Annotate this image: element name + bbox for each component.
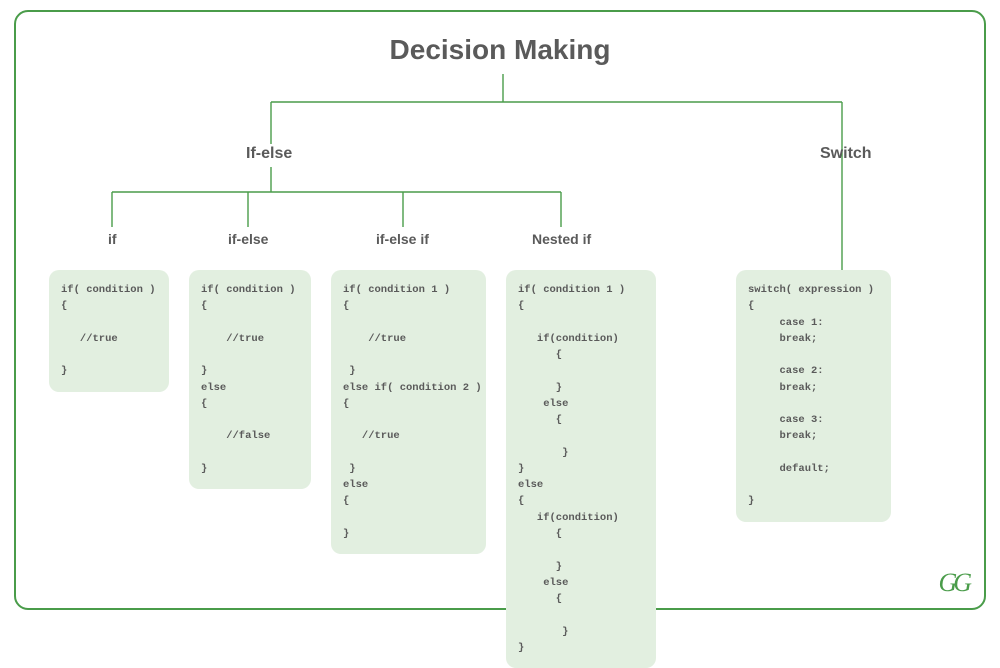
sub-ifelseif: if-else if xyxy=(376,231,429,247)
category-switch: Switch xyxy=(820,145,872,163)
sub-nested: Nested if xyxy=(532,231,591,247)
diagram-frame: Decision Making If-else Switch if if-els… xyxy=(14,10,986,610)
codebox-if: if( condition ) { //true } xyxy=(49,270,169,392)
logo-icon: GG xyxy=(938,568,968,598)
codebox-ifelseif: if( condition 1 ) { //true } else if( co… xyxy=(331,270,486,554)
codebox-nested: if( condition 1 ) { if(condition) { } el… xyxy=(506,270,656,668)
codebox-ifelse: if( condition ) { //true } else { //fals… xyxy=(189,270,311,489)
codebox-switch: switch( expression ) { case 1: break; ca… xyxy=(736,270,891,522)
category-ifelse: If-else xyxy=(246,145,292,163)
sub-if: if xyxy=(108,231,117,247)
diagram-title: Decision Making xyxy=(16,34,984,66)
sub-ifelse: if-else xyxy=(228,231,268,247)
